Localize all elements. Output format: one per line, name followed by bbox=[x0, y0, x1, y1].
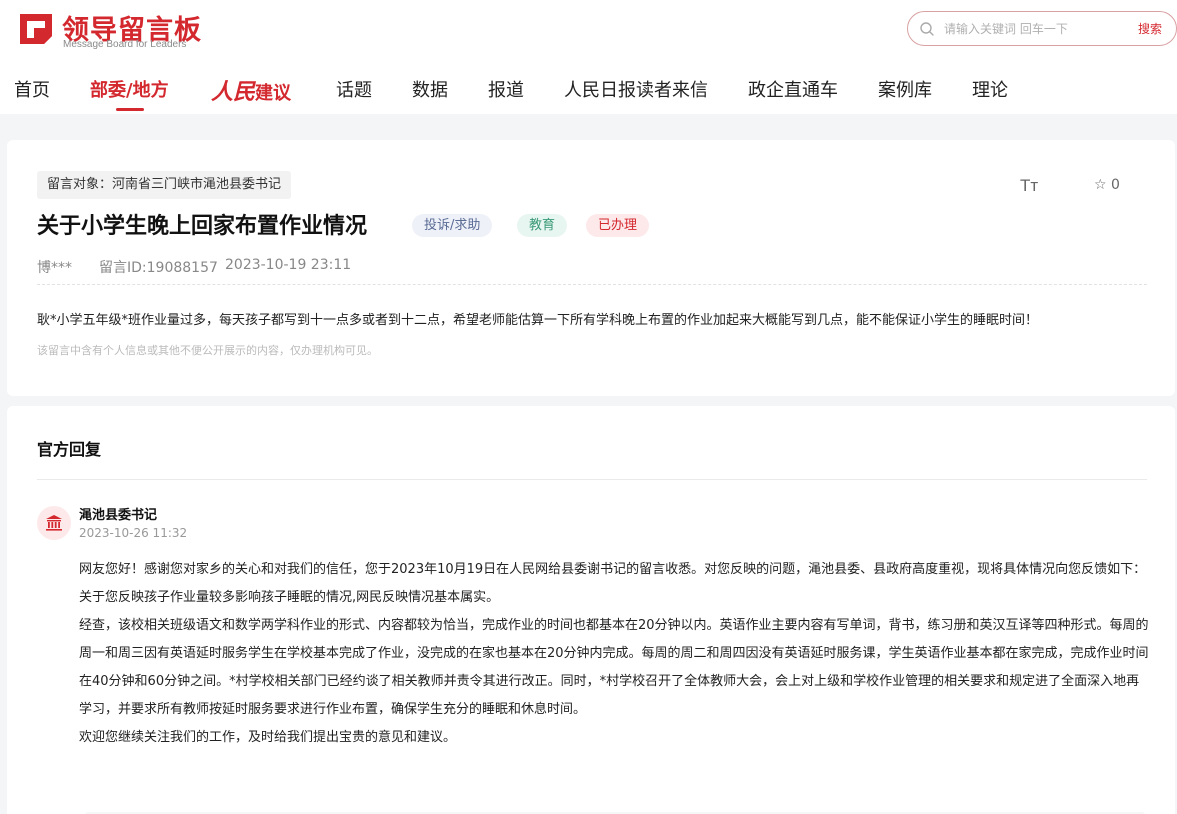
search-button[interactable]: 搜索 bbox=[1138, 20, 1162, 37]
nav-item-ministries-localities[interactable]: 部委/地方 bbox=[90, 76, 169, 102]
search-icon bbox=[920, 22, 934, 36]
privacy-notice: 该留言中含有个人信息或其他不便公开展示的内容，仅办理机构可见。 bbox=[37, 344, 378, 357]
nav-item-readers-letters[interactable]: 人民日报读者来信 bbox=[564, 76, 708, 102]
status-badge: 已办理 bbox=[586, 214, 650, 237]
message-card: 留言对象：河南省三门峡市渑池县委书记 Tт ☆ 0 关于小学生晚上回家布置作业情… bbox=[7, 140, 1175, 396]
reply-card: 官方回复 渑池县委书记 2023-10-26 11:32 网友您好！感谢您对家乡… bbox=[7, 406, 1175, 814]
nav-active-indicator bbox=[116, 108, 144, 111]
message-target: 留言对象：河南省三门峡市渑池县委书记 bbox=[37, 171, 292, 199]
message-id: 留言ID:19088157 bbox=[99, 260, 218, 276]
avatar bbox=[37, 506, 71, 540]
reply-paragraph: 经查，该校相关班级语文和数学两学科作业的形式、内容都较为恰当，完成作业的时间也都… bbox=[79, 618, 1149, 717]
reply-heading: 官方回复 bbox=[37, 440, 102, 459]
nav-item-topics[interactable]: 话题 bbox=[336, 76, 372, 102]
main-nav: 首页 部委/地方 人民建议 话题 数据 报道 人民日报读者来信 政企直通车 案例… bbox=[0, 72, 1177, 114]
message-author: 博*** bbox=[37, 260, 72, 276]
site-logo[interactable]: 领导留言板 Message Board for Leaders bbox=[14, 8, 204, 52]
message-title: 关于小学生晚上回家布置作业情况 bbox=[37, 214, 368, 239]
nav-item-data[interactable]: 数据 bbox=[412, 76, 448, 102]
nav-item-reports[interactable]: 报道 bbox=[488, 76, 524, 102]
nav-item-home[interactable]: 首页 bbox=[14, 76, 50, 102]
divider bbox=[37, 479, 1147, 480]
reply-paragraph: 网友您好！感谢您对家乡的关心和对我们的信任，您于2023年10月19日在人民网给… bbox=[79, 562, 1147, 577]
site-header: 领导留言板 Message Board for Leaders 搜索 首页 部委… bbox=[0, 0, 1177, 114]
category-badge: 教育 bbox=[517, 214, 568, 237]
favorite-button[interactable]: ☆ 0 bbox=[1094, 177, 1120, 193]
replier-name: 渑池县委书记 bbox=[79, 508, 158, 523]
search-input[interactable] bbox=[944, 18, 1124, 40]
logo-icon bbox=[20, 14, 52, 44]
reply-paragraph: 欢迎您继续关注我们的工作，及时给我们提出宝贵的意见和建议。 bbox=[79, 730, 457, 745]
font-size-icon[interactable]: Tт bbox=[1020, 176, 1038, 196]
nav-suggestions-text: 建议 bbox=[255, 83, 292, 104]
logo-subtitle: Message Board for Leaders bbox=[63, 39, 187, 50]
message-content: 耿*小学五年级*班作业量过多，每天孩子都写到十一点多或者到十二点，希望老师能估算… bbox=[37, 313, 1039, 328]
nav-item-theory[interactable]: 理论 bbox=[972, 76, 1008, 102]
reply-paragraph: 关于您反映孩子作业量较多影响孩子睡眠的情况,网民反映情况基本属实。 bbox=[79, 590, 500, 605]
divider bbox=[37, 284, 1147, 285]
nav-item-business-express[interactable]: 政企直通车 bbox=[748, 76, 838, 102]
message-date: 2023-10-19 23:11 bbox=[225, 257, 352, 273]
reply-time: 2023-10-26 11:32 bbox=[79, 526, 188, 540]
nav-people-logo-text: 人民 bbox=[211, 79, 256, 105]
nav-item-case-library[interactable]: 案例库 bbox=[878, 76, 932, 102]
nav-item-people-suggestions[interactable]: 人民建议 bbox=[211, 74, 291, 106]
government-building-icon bbox=[46, 515, 62, 531]
reply-body: 网友您好！感谢您对家乡的关心和对我们的信任，您于2023年10月19日在人民网给… bbox=[79, 556, 1149, 752]
search-box: 搜索 bbox=[907, 11, 1177, 46]
type-badge: 投诉/求助 bbox=[412, 214, 493, 237]
